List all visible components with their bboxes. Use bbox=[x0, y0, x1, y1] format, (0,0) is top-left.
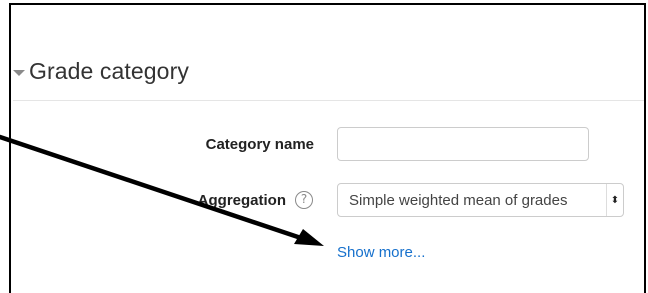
annotation-arrow-shaft bbox=[0, 134, 301, 240]
annotation-arrow bbox=[0, 134, 324, 246]
annotation-arrow-head bbox=[294, 229, 324, 246]
